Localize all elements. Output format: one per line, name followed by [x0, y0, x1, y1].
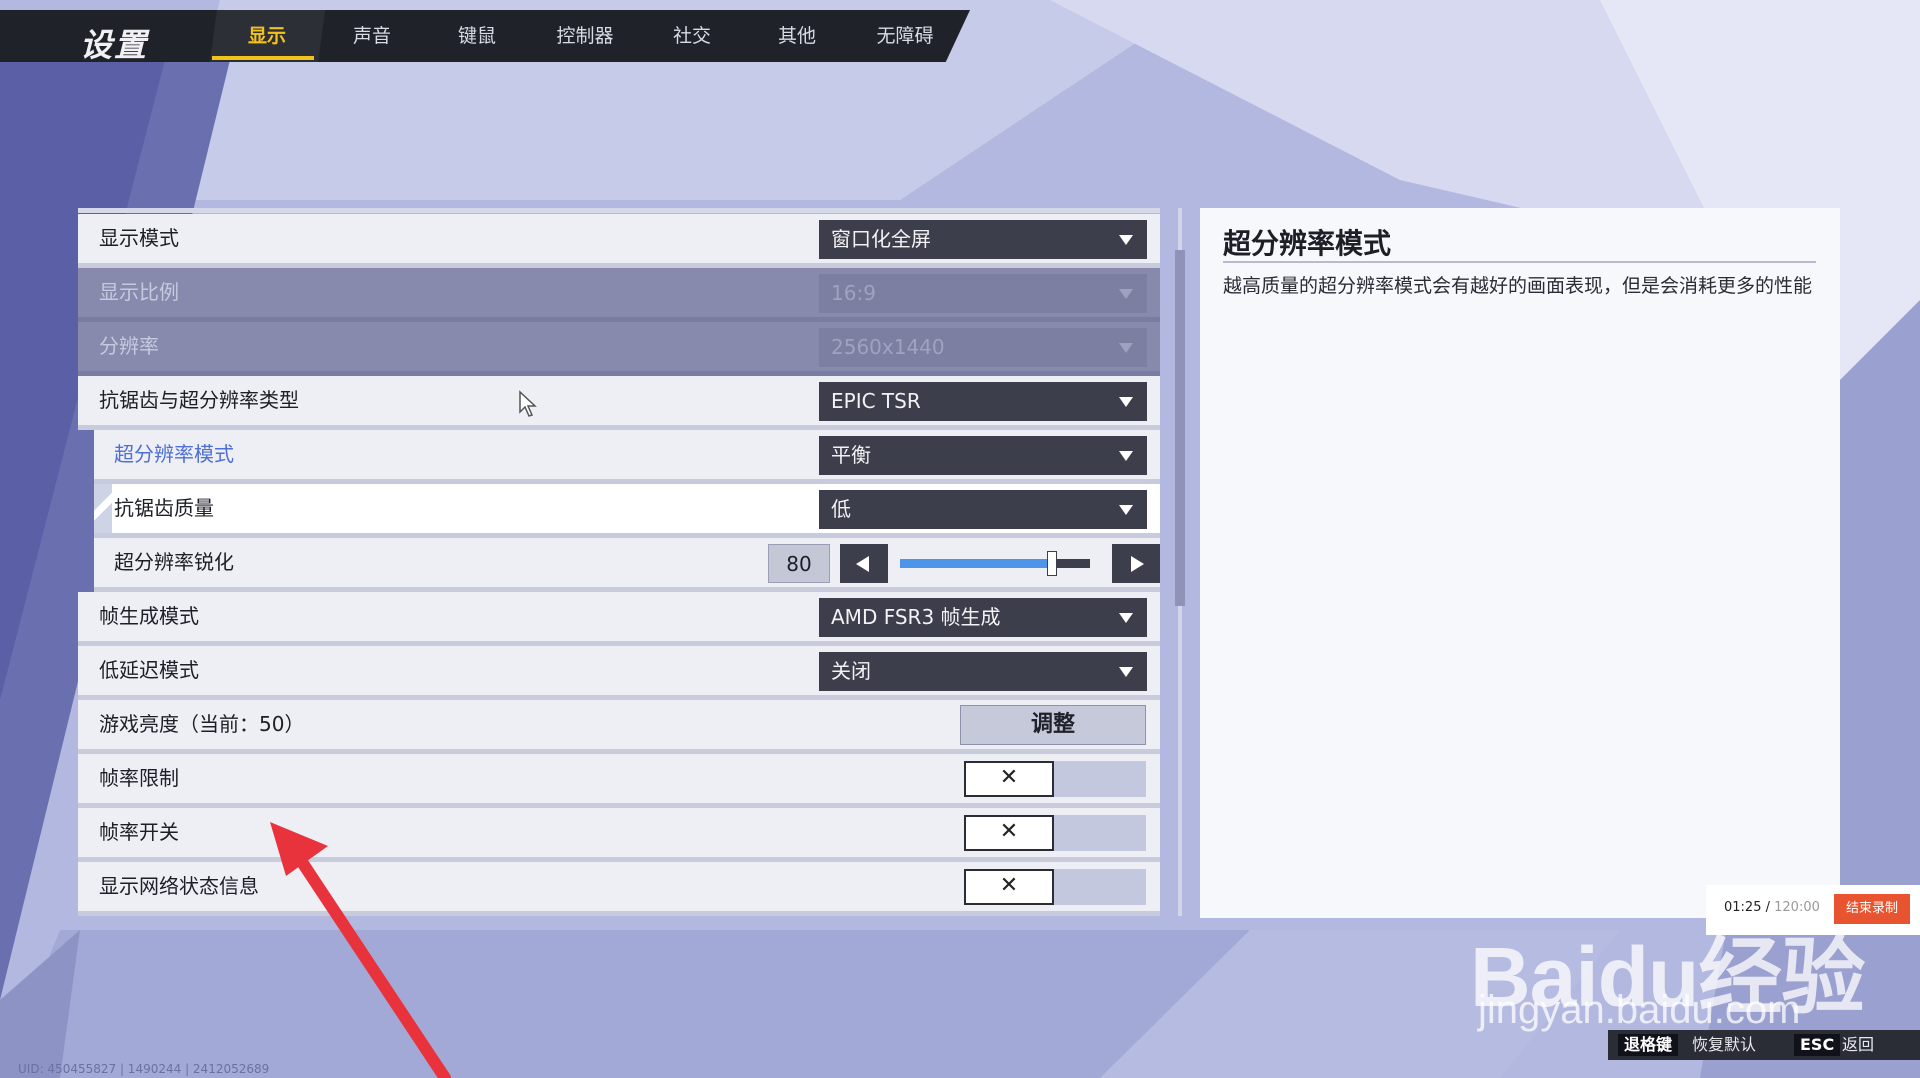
sr-mode-dropdown[interactable]: 平衡 — [819, 436, 1147, 475]
resolution-dropdown: 2560x1440 — [819, 328, 1147, 367]
setting-row-sr-sharpen[interactable]: 超分辨率锐化 80 — [94, 538, 1160, 592]
setting-row-frame-gen[interactable]: 帧生成模式 AMD FSR3 帧生成 — [78, 592, 1160, 646]
dropdown-value: 窗口化全屏 — [831, 227, 931, 251]
setting-row-aa-type[interactable]: 抗锯齿与超分辨率类型 EPIC TSR — [78, 376, 1160, 430]
caret-down-icon — [1119, 397, 1133, 407]
setting-label: 游戏亮度（当前：50） — [99, 712, 305, 736]
stop-recording-button[interactable]: 结束录制 — [1834, 894, 1910, 924]
caret-down-icon — [1119, 613, 1133, 623]
dropdown-value: 16:9 — [831, 281, 876, 305]
dropdown-value: 关闭 — [831, 659, 871, 683]
dropdown-value: EPIC TSR — [831, 389, 921, 413]
back-button[interactable]: 返回 — [1842, 1034, 1874, 1056]
tab-social[interactable]: 社交 — [647, 10, 737, 62]
tab-accessibility[interactable]: 无障碍 — [855, 10, 955, 62]
setting-label: 显示网络状态信息 — [99, 874, 259, 898]
selection-marker — [94, 484, 112, 533]
setting-label: 显示模式 — [99, 226, 179, 250]
setting-row-aspect-ratio: 显示比例 16:9 — [78, 268, 1160, 322]
setting-row-low-latency[interactable]: 低延迟模式 关闭 — [78, 646, 1160, 700]
setting-row-display-mode[interactable]: 显示模式 窗口化全屏 — [78, 214, 1160, 268]
frame-gen-dropdown[interactable]: AMD FSR3 帧生成 — [819, 598, 1147, 637]
setting-label: 分辨率 — [99, 334, 159, 358]
adjust-brightness-button[interactable]: 调整 — [960, 705, 1146, 745]
arrow-left-icon — [856, 556, 869, 572]
setting-label: 抗锯齿与超分辨率类型 — [99, 388, 299, 412]
setting-row-fps-limit[interactable]: 帧率限制 ✕ — [78, 754, 1160, 808]
setting-row-brightness[interactable]: 游戏亮度（当前：50） 调整 — [78, 700, 1160, 754]
recording-elapsed: 01:25 — [1724, 900, 1762, 915]
mouse-cursor-icon — [519, 390, 537, 417]
aa-quality-dropdown[interactable]: 低 — [819, 490, 1147, 529]
display-mode-dropdown[interactable]: 窗口化全屏 — [819, 220, 1147, 259]
setting-label: 帧生成模式 — [99, 604, 199, 628]
recording-total: 120:00 — [1774, 900, 1820, 915]
sharpen-slider[interactable] — [900, 551, 1090, 576]
toggle-off-icon: ✕ — [964, 815, 1054, 851]
setting-row-fps-switch[interactable]: 帧率开关 ✕ — [78, 808, 1160, 862]
settings-list: 显示模式 窗口化全屏 显示比例 16:9 分辨率 2560x1440 抗锯齿与超… — [78, 208, 1160, 916]
recording-widget: 01:25 / 120:00 结束录制 — [1706, 885, 1920, 935]
slider-thumb[interactable] — [1047, 551, 1057, 576]
decrease-button[interactable] — [840, 544, 888, 583]
slider-fill — [900, 559, 1052, 568]
fps-switch-toggle[interactable]: ✕ — [964, 815, 1146, 851]
setting-label: 低延迟模式 — [99, 658, 199, 682]
dropdown-value: 2560x1440 — [831, 335, 945, 359]
tab-controller[interactable]: 控制器 — [535, 10, 635, 62]
setting-row-aa-quality[interactable]: 抗锯齿质量 低 — [94, 484, 1160, 538]
caret-down-icon — [1119, 667, 1133, 677]
aspect-ratio-dropdown: 16:9 — [819, 274, 1147, 313]
dropdown-value: 低 — [831, 497, 851, 521]
toggle-off-icon: ✕ — [964, 761, 1054, 797]
divider — [1223, 261, 1816, 263]
description-title: 超分辨率模式 — [1223, 227, 1392, 260]
tab-display[interactable]: 显示 — [222, 10, 312, 62]
sharpen-value-box: 80 — [768, 544, 830, 583]
increase-button[interactable] — [1112, 544, 1160, 583]
caret-down-icon — [1119, 505, 1133, 515]
esc-key-icon: ESC — [1794, 1034, 1841, 1056]
page-title: 设置 — [80, 26, 149, 64]
setting-label: 超分辨率锐化 — [114, 550, 234, 574]
tab-sound[interactable]: 声音 — [327, 10, 417, 62]
dropdown-value: AMD FSR3 帧生成 — [831, 605, 1001, 629]
aa-type-dropdown[interactable]: EPIC TSR — [819, 382, 1147, 421]
fps-limit-toggle[interactable]: ✕ — [964, 761, 1146, 797]
scrollbar-thumb[interactable] — [1175, 250, 1185, 606]
setting-label: 超分辨率模式 — [114, 442, 234, 466]
caret-down-icon — [1119, 343, 1133, 353]
backspace-key-icon: 退格键 — [1618, 1034, 1679, 1056]
reset-default-button[interactable]: 恢复默认 — [1692, 1034, 1756, 1056]
arrow-right-icon — [1131, 556, 1144, 572]
low-latency-dropdown[interactable]: 关闭 — [819, 652, 1147, 691]
caret-down-icon — [1119, 289, 1133, 299]
setting-label: 帧率限制 — [99, 766, 179, 790]
caret-down-icon — [1119, 451, 1133, 461]
setting-label: 显示比例 — [99, 280, 179, 304]
caret-down-icon — [1119, 235, 1133, 245]
dropdown-value: 平衡 — [831, 443, 871, 467]
setting-row-net-status[interactable]: 显示网络状态信息 ✕ — [78, 862, 1160, 916]
toggle-off-icon: ✕ — [964, 869, 1054, 905]
tab-keyboard-mouse[interactable]: 键鼠 — [432, 10, 522, 62]
description-panel: 超分辨率模式 越高质量的超分辨率模式会有越好的画面表现，但是会消耗更多的性能 — [1200, 208, 1840, 918]
net-status-toggle[interactable]: ✕ — [964, 869, 1146, 905]
setting-row-resolution: 分辨率 2560x1440 — [78, 322, 1160, 376]
watermark-url: jingyan.baidu.com — [1478, 988, 1801, 1032]
active-tab-indicator — [212, 56, 314, 60]
uid-text: UID: 450455827 | 1490244 | 2412052689 — [18, 1062, 270, 1076]
setting-row-sr-mode[interactable]: 超分辨率模式 平衡 — [94, 430, 1160, 484]
recording-timer: 01:25 / 120:00 — [1724, 900, 1820, 915]
setting-label: 帧率开关 — [99, 820, 179, 844]
tab-other[interactable]: 其他 — [752, 10, 842, 62]
setting-label: 抗锯齿质量 — [114, 496, 214, 520]
description-text: 越高质量的超分辨率模式会有越好的画面表现，但是会消耗更多的性能 — [1223, 275, 1813, 297]
